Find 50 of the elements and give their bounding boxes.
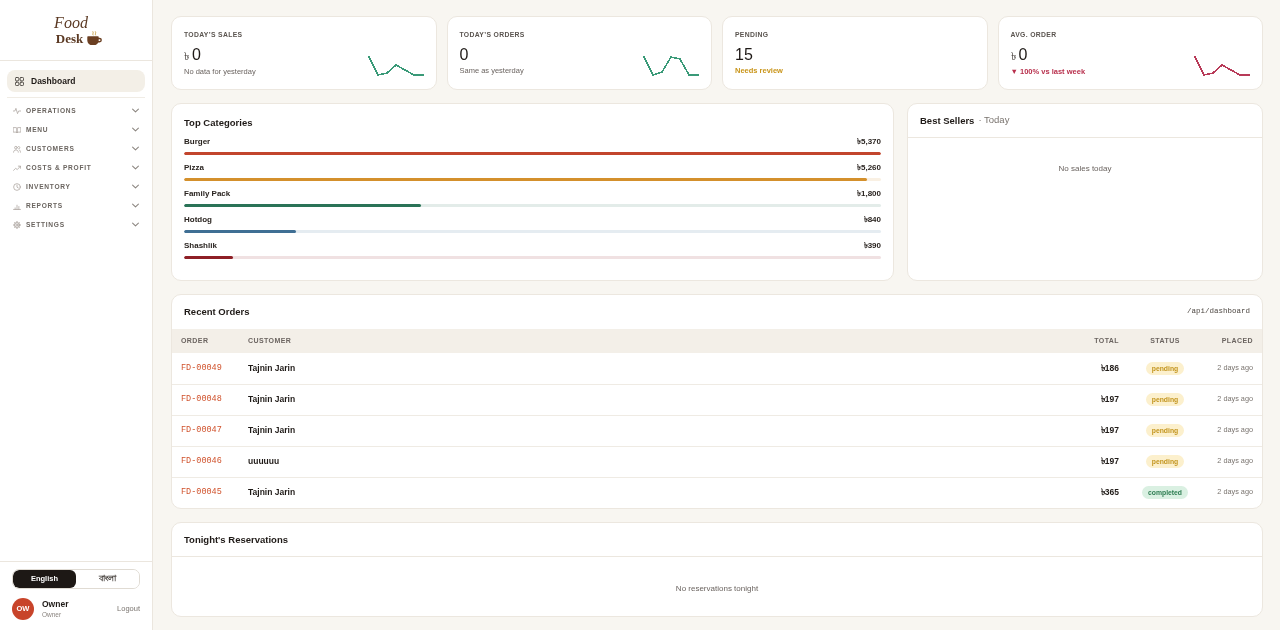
- stat-value: 0: [459, 46, 469, 64]
- empty-message: No reservations tonight: [674, 583, 760, 595]
- stat-value: 15: [735, 46, 753, 64]
- currency-symbol: ৳: [1010, 49, 1016, 64]
- pulse-icon: [13, 106, 21, 115]
- customer-cell: Tajnin Jarin: [239, 353, 1040, 384]
- customer-cell: Tajnin Jarin: [239, 415, 1040, 446]
- panel-title: Top Categories: [184, 117, 254, 129]
- total-cell: ৳365: [1040, 477, 1130, 508]
- total-cell: ৳186: [1040, 353, 1130, 384]
- trend-icon: [13, 163, 21, 172]
- customer-cell: Tajnin Jarin: [239, 477, 1040, 508]
- category-amount: ৳840: [863, 214, 881, 225]
- category-name: Family Pack: [184, 188, 231, 199]
- panel-title: Tonight's Reservations: [184, 533, 288, 546]
- empty-message: No sales today: [1057, 163, 1113, 175]
- gear-icon: [13, 220, 21, 229]
- category-amount: ৳1,800: [856, 188, 881, 199]
- category-name: Pizza: [184, 162, 204, 173]
- nav-link[interactable]: Dashboard: [7, 70, 145, 92]
- order-id-cell[interactable]: FD-00046: [172, 446, 239, 477]
- logo-text: Food: [54, 15, 88, 31]
- clock-icon: [13, 182, 21, 191]
- category-amount: ৳5,370: [856, 136, 881, 147]
- customer-cell: Tajnin Jarin: [239, 384, 1040, 415]
- total-cell: ৳197: [1040, 384, 1130, 415]
- order-id-cell[interactable]: FD-00047: [172, 415, 239, 446]
- order-id-cell[interactable]: FD-00048: [172, 384, 239, 415]
- category-amount: ৳5,260: [856, 162, 881, 173]
- coffee-cup-icon: [87, 31, 103, 45]
- currency-symbol: ৳: [184, 49, 189, 64]
- stat-value: 0: [1018, 46, 1028, 64]
- customer-cell: uuuuuu: [239, 446, 1040, 477]
- order-id-cell[interactable]: FD-00049: [172, 353, 239, 384]
- panel-title: Recent Orders: [184, 306, 250, 318]
- grid-icon: [15, 76, 24, 86]
- book-icon: [13, 125, 21, 134]
- category-amount: ৳390: [863, 240, 881, 251]
- user-name: Owner: [42, 599, 69, 610]
- category-name: Burger: [184, 136, 211, 147]
- category-name: Hotdog: [184, 214, 212, 225]
- stat-value: 0: [192, 46, 201, 64]
- logo-text: Desk: [55, 32, 84, 45]
- panel-subtitle: · Today: [978, 113, 1010, 128]
- order-id-cell[interactable]: FD-00045: [172, 477, 239, 508]
- category-name: Shashlik: [184, 240, 217, 251]
- panel-title: Best Sellers: [920, 114, 975, 127]
- total-cell: ৳197: [1040, 446, 1130, 477]
- total-cell: ৳197: [1040, 415, 1130, 446]
- users-icon: [13, 144, 21, 153]
